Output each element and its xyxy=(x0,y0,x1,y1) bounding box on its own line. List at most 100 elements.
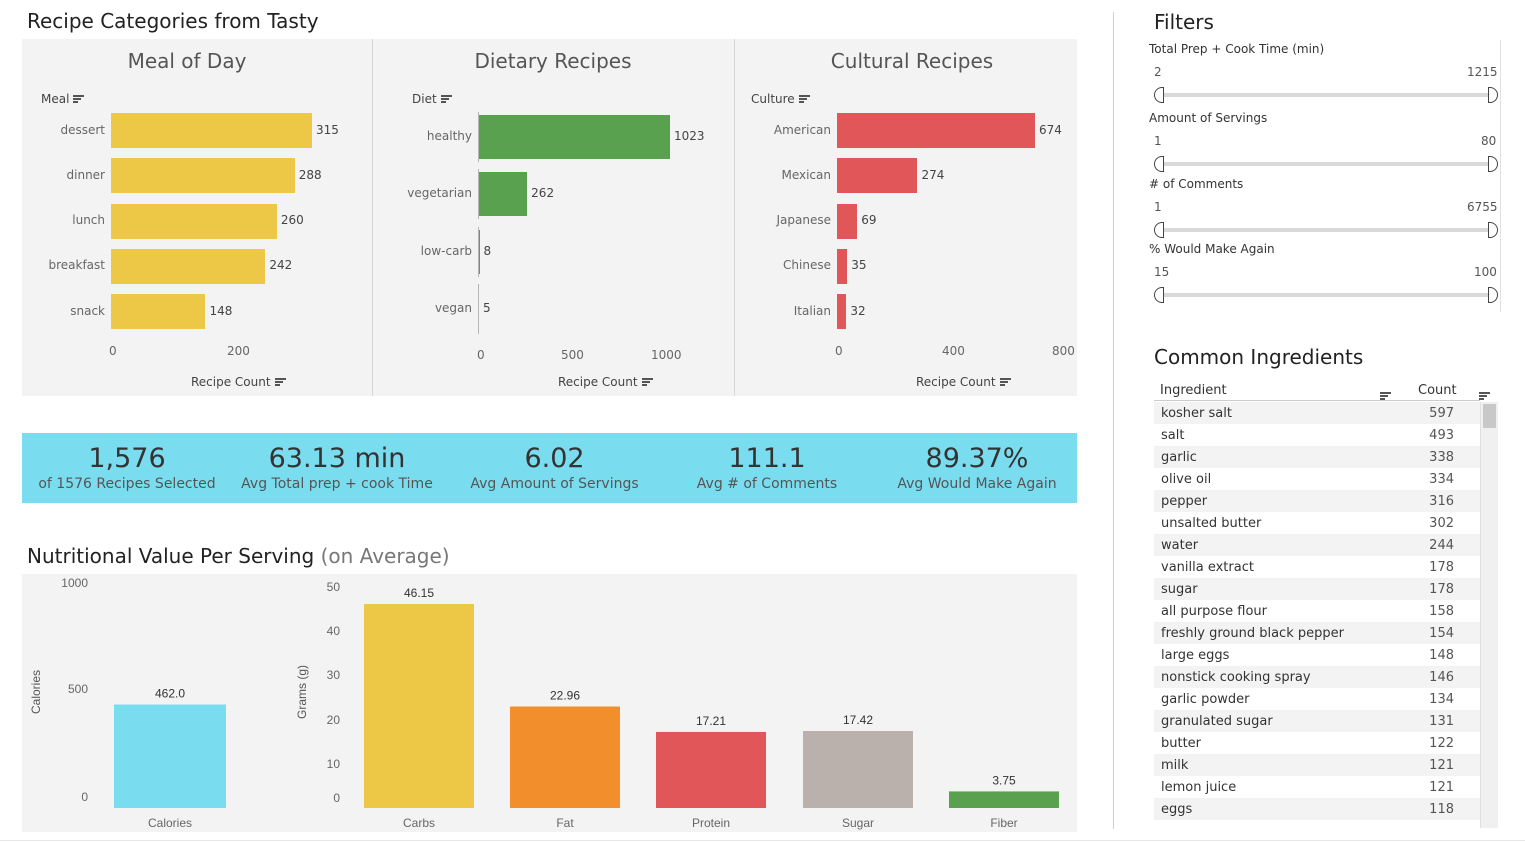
nutrient-category-label: Carbs xyxy=(403,816,435,830)
table-row[interactable]: olive oil 334 xyxy=(1154,468,1480,490)
table-row[interactable]: all purpose flour 158 xyxy=(1154,600,1480,622)
prep-time-slider[interactable] xyxy=(1154,87,1498,103)
filter-max: 1215 xyxy=(1467,65,1498,79)
ingredients-header: Ingredient Count xyxy=(1154,381,1491,401)
ingredient-count: 338 xyxy=(1406,446,1480,468)
sugar-bar[interactable] xyxy=(803,731,913,808)
filter-label: # of Comments xyxy=(1149,177,1244,191)
ingredient-name: water xyxy=(1154,534,1406,556)
scrollbar-thumb[interactable] xyxy=(1483,404,1496,428)
make-again-slider[interactable] xyxy=(1154,287,1498,303)
slider-min-handle[interactable] xyxy=(1154,287,1164,303)
ingredients-table: kosher salt 597 salt 493 garlic 338 olive oil 3… xyxy=(1154,402,1480,820)
filter-label: Total Prep + Cook Time (min) xyxy=(1149,42,1325,56)
filter-label: Amount of Servings xyxy=(1149,111,1268,125)
table-row[interactable]: freshly ground black pepper 154 xyxy=(1154,622,1480,644)
table-row[interactable]: garlic 338 xyxy=(1154,446,1480,468)
ingredient-count: 148 xyxy=(1429,647,1454,663)
table-row[interactable]: sugar 178 xyxy=(1154,578,1480,600)
section-divider xyxy=(1113,12,1114,829)
ingredient-count: 178 xyxy=(1406,578,1480,600)
table-row[interactable]: garlic powder 134 xyxy=(1154,688,1480,710)
ingredients-table-wrap[interactable]: kosher salt 597 salt 493 garlic 338 olive oil 3… xyxy=(1154,402,1498,828)
grams-tick: 40 xyxy=(327,624,341,638)
table-row[interactable]: butter 122 xyxy=(1154,732,1480,754)
ingredients-title: Common Ingredients xyxy=(1154,345,1364,369)
ingredient-name: pepper xyxy=(1154,490,1406,512)
ingredient-name: unsalted butter xyxy=(1161,515,1262,531)
grams-tick: 0 xyxy=(333,791,340,805)
cal-tick: 500 xyxy=(68,682,88,696)
slider-min-handle[interactable] xyxy=(1154,222,1164,238)
cal-tick: 0 xyxy=(81,790,88,804)
filters-border xyxy=(1500,40,1501,312)
ingredient-name: salt xyxy=(1161,427,1185,443)
table-row[interactable]: unsalted butter 302 xyxy=(1154,512,1480,534)
scrollbar[interactable] xyxy=(1481,402,1498,828)
calories-category-label: Calories xyxy=(148,816,192,830)
nutrient-bar-value: 3.75 xyxy=(992,773,1016,787)
calories-bar-value: 462.0 xyxy=(155,687,185,701)
servings-slider[interactable] xyxy=(1154,156,1498,172)
ingredient-name: nonstick cooking spray xyxy=(1154,666,1406,688)
sort-icon[interactable] xyxy=(1380,392,1391,401)
ingredient-name: kosher salt xyxy=(1154,402,1406,424)
ingredient-name: milk xyxy=(1154,754,1406,776)
ingredient-count: 493 xyxy=(1429,427,1454,443)
nutrient-category-label: Fat xyxy=(556,816,574,830)
ingredient-name: garlic xyxy=(1154,446,1406,468)
ingredient-name: granulated sugar xyxy=(1154,710,1406,732)
ingredient-count: 302 xyxy=(1429,515,1454,531)
ingredient-name: freshly ground black pepper xyxy=(1154,622,1406,644)
ingredient-name: sugar xyxy=(1154,578,1406,600)
ingredient-name: olive oil xyxy=(1161,471,1212,487)
table-row[interactable]: nonstick cooking spray 146 xyxy=(1154,666,1480,688)
ingredient-name: butter xyxy=(1161,735,1202,751)
nutrient-category-label: Sugar xyxy=(842,816,874,830)
filter-min: 2 xyxy=(1154,65,1162,79)
table-row[interactable]: milk 121 xyxy=(1154,754,1480,776)
grams-tick: 10 xyxy=(327,757,341,771)
ingredient-count: 154 xyxy=(1406,622,1480,644)
comments-slider[interactable] xyxy=(1154,222,1498,238)
slider-min-handle[interactable] xyxy=(1154,156,1164,172)
fiber-bar[interactable] xyxy=(949,791,1059,808)
table-row[interactable]: eggs 118 xyxy=(1154,798,1480,820)
nutrient-bar-value: 17.21 xyxy=(696,714,726,728)
filter-max: 6755 xyxy=(1467,200,1498,214)
grams-tick: 20 xyxy=(327,713,341,727)
sort-icon[interactable] xyxy=(1479,392,1491,401)
table-row[interactable]: lemon juice 121 xyxy=(1154,776,1480,798)
ingredient-name: all purpose flour xyxy=(1161,603,1267,619)
table-row[interactable]: salt 493 xyxy=(1154,424,1480,446)
grams-tick: 30 xyxy=(327,668,341,682)
ingredient-count: 134 xyxy=(1429,691,1454,707)
table-row[interactable]: vanilla extract 178 xyxy=(1154,556,1480,578)
filter-min: 15 xyxy=(1154,265,1170,279)
table-border xyxy=(1480,402,1481,828)
col-ingredient[interactable]: Ingredient xyxy=(1160,383,1227,398)
filter-min: 1 xyxy=(1154,200,1162,214)
col-count[interactable]: Count xyxy=(1418,383,1457,398)
fat-bar[interactable] xyxy=(510,706,620,808)
table-row[interactable]: large eggs 148 xyxy=(1154,644,1480,666)
nutrient-category-label: Fiber xyxy=(990,816,1017,830)
calories-bar[interactable] xyxy=(114,704,226,808)
filters-title: Filters xyxy=(1154,10,1214,34)
ingredient-count: 121 xyxy=(1429,779,1454,795)
carbs-bar[interactable] xyxy=(364,604,474,808)
bottom-border xyxy=(0,840,1525,841)
table-row[interactable]: kosher salt 597 xyxy=(1154,402,1480,424)
protein-bar[interactable] xyxy=(656,731,766,808)
ingredient-count: 158 xyxy=(1429,603,1454,619)
ingredient-count: 597 xyxy=(1406,402,1480,424)
table-row[interactable]: water 244 xyxy=(1154,534,1480,556)
slider-min-handle[interactable] xyxy=(1154,87,1164,103)
ingredient-count: 146 xyxy=(1406,666,1480,688)
filter-max: 80 xyxy=(1481,134,1497,148)
table-row[interactable]: granulated sugar 131 xyxy=(1154,710,1480,732)
nutrient-bar-value: 17.42 xyxy=(843,713,873,727)
calories-axis-title: Calories xyxy=(29,670,43,714)
table-row[interactable]: pepper 316 xyxy=(1154,490,1480,512)
cal-tick: 1000 xyxy=(61,576,88,590)
